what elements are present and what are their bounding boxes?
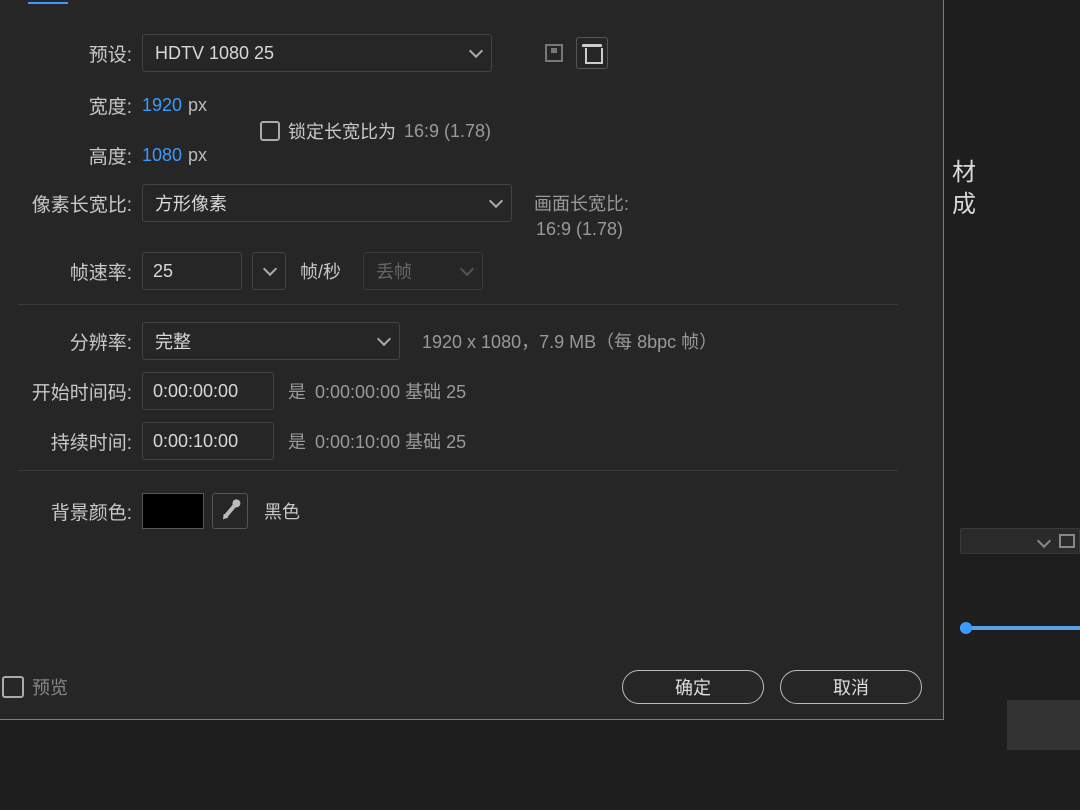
lock-aspect-checkbox[interactable]: 锁定长宽比为 16:9 (1.78): [260, 118, 491, 144]
lock-aspect-ratio: 16:9 (1.78): [404, 121, 491, 142]
start-tc-input[interactable]: 0:00:00:00: [142, 372, 274, 410]
start-tc-value: 0:00:00:00: [153, 381, 238, 402]
resolution-label: 分辨率:: [8, 328, 142, 355]
chevron-down-icon: [469, 44, 483, 58]
height-label: 高度:: [8, 142, 142, 169]
trash-icon: [584, 44, 600, 62]
duration-value: 0:00:10:00: [153, 431, 238, 452]
slider-track: [960, 626, 1080, 630]
chevron-down-icon: [460, 262, 474, 276]
chevron-down-icon: [489, 194, 503, 208]
frame-rate-input[interactable]: 25: [142, 252, 242, 290]
lock-aspect-label: 锁定长宽比为: [288, 118, 396, 144]
checkbox-icon: [2, 676, 24, 698]
bg-text-1: 材: [952, 152, 978, 187]
frame-rate-label: 帧速率:: [8, 258, 142, 285]
duration-label: 持续时间:: [8, 428, 142, 455]
timeline-strip: [1007, 700, 1080, 750]
width-value[interactable]: 1920: [142, 95, 182, 116]
start-tc-base: 0:00:00:00 基础 25: [315, 382, 466, 402]
start-tc-is: 是: [288, 382, 306, 402]
save-icon: [545, 44, 563, 62]
chevron-down-icon: [1037, 534, 1051, 548]
cancel-label: 取消: [833, 674, 869, 700]
width-unit: px: [188, 95, 207, 116]
panel-expand-icon: [1059, 534, 1075, 548]
pixel-aspect-dropdown[interactable]: 方形像素: [142, 184, 512, 222]
frame-rate-unit: 帧/秒: [300, 258, 341, 284]
ok-button[interactable]: 确定: [622, 670, 764, 704]
tab-bar: [28, 0, 68, 4]
eyedropper-icon: [223, 504, 236, 519]
bg-text-2: 成: [952, 184, 978, 219]
separator: [18, 304, 898, 305]
resolution-value: 完整: [155, 328, 191, 354]
bgcolor-swatch[interactable]: [142, 493, 204, 529]
checkbox-icon: [260, 121, 280, 141]
pixel-aspect-value: 方形像素: [155, 190, 227, 216]
frame-rate-value: 25: [153, 261, 173, 282]
start-tc-label: 开始时间码:: [8, 378, 142, 405]
delete-preset-button[interactable]: [576, 37, 608, 69]
height-unit: px: [188, 145, 207, 166]
preset-label: 预设:: [8, 40, 142, 67]
bg-panel-dropdown[interactable]: [960, 528, 1080, 554]
width-label: 宽度:: [8, 92, 142, 119]
ok-label: 确定: [675, 674, 711, 700]
resolution-info: 1920 x 1080，7.9 MB（每 8bpc 帧）: [422, 328, 717, 354]
preset-dropdown[interactable]: HDTV 1080 25: [142, 34, 492, 72]
pixel-aspect-label: 像素长宽比:: [8, 190, 142, 217]
duration-base: 0:00:10:00 基础 25: [315, 432, 466, 452]
cancel-button[interactable]: 取消: [780, 670, 922, 704]
bgcolor-name: 黑色: [264, 498, 300, 524]
duration-input[interactable]: 0:00:10:00: [142, 422, 274, 460]
frame-aspect-value: 16:9 (1.78): [536, 219, 623, 240]
separator: [18, 470, 898, 471]
slider-knob[interactable]: [960, 622, 972, 634]
duration-is: 是: [288, 432, 306, 452]
eyedropper-button[interactable]: [212, 493, 248, 529]
timeline-slider[interactable]: [960, 620, 1080, 638]
preview-checkbox[interactable]: 预览: [2, 674, 68, 700]
drop-frame-label: 丢帧: [376, 258, 412, 284]
composition-settings-dialog: 预设: HDTV 1080 25 宽度: 1920 px 锁定长宽比为: [0, 0, 944, 720]
preview-label: 预览: [32, 674, 68, 700]
chevron-down-icon: [263, 262, 277, 276]
height-value[interactable]: 1080: [142, 145, 182, 166]
save-preset-button[interactable]: [538, 37, 570, 69]
resolution-dropdown[interactable]: 完整: [142, 322, 400, 360]
chevron-down-icon: [377, 332, 391, 346]
active-tab-underline: [28, 0, 68, 4]
drop-frame-dropdown: 丢帧: [363, 252, 483, 290]
bgcolor-label: 背景颜色:: [8, 498, 142, 525]
frame-rate-dropdown[interactable]: [252, 252, 286, 290]
preset-value: HDTV 1080 25: [155, 43, 274, 64]
